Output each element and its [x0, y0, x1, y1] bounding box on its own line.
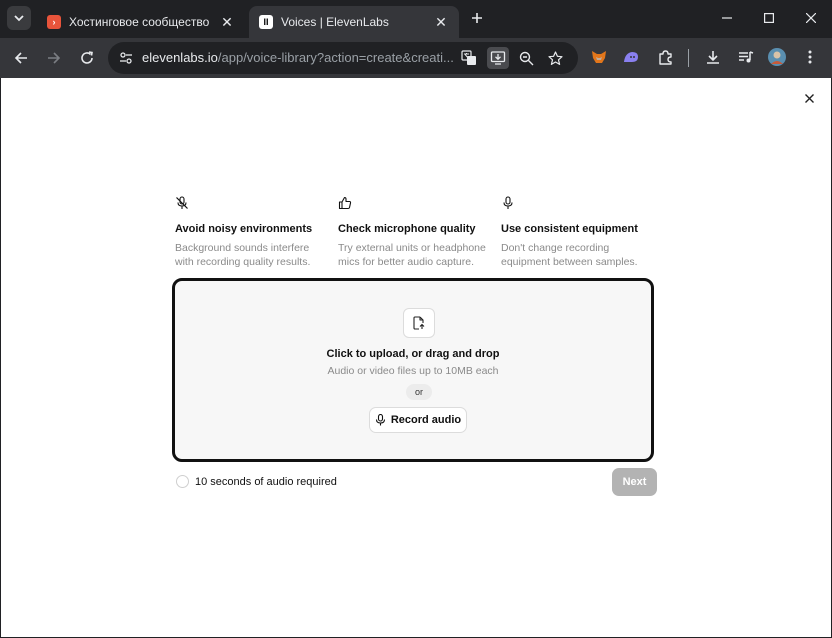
tip-title: Use consistent equipment [501, 223, 638, 235]
translate-icon [461, 50, 476, 65]
menu-button[interactable] [799, 46, 821, 68]
dropzone-subtitle: Audio or video files up to 10MB each [327, 365, 499, 377]
star-icon [547, 50, 563, 65]
record-audio-button[interactable]: Record audio [369, 407, 467, 433]
audio-requirement-label: 10 seconds of audio required [195, 476, 337, 488]
media-controls-button[interactable] [735, 46, 757, 68]
reload-button[interactable] [75, 46, 99, 70]
avatar [768, 48, 786, 66]
mic-icon [375, 414, 385, 426]
url-host: elevenlabs.io [142, 50, 218, 65]
mic-icon [503, 196, 513, 209]
chevron-down-icon [14, 15, 24, 22]
dialog-close-button[interactable] [801, 90, 817, 106]
tj-logo-icon: › [47, 15, 61, 29]
back-button[interactable] [9, 46, 33, 70]
tip-equipment: Use consistent equipment Don't change re… [501, 196, 661, 269]
upload-dropzone[interactable]: Click to upload, or drag and drop Audio … [172, 278, 654, 462]
install-app-button[interactable] [487, 47, 509, 69]
tab-strip: › Хостинговое сообщество «Tim ✕ II Voice… [0, 0, 832, 38]
plus-icon [472, 13, 482, 23]
more-vertical-icon [808, 50, 812, 64]
ghost-extension-button[interactable] [620, 46, 642, 68]
maximize-icon [764, 13, 774, 23]
close-icon[interactable]: ✕ [433, 14, 449, 31]
forward-button[interactable] [42, 46, 66, 70]
elevenlabs-logo-icon: II [259, 15, 273, 29]
new-tab-button[interactable] [466, 7, 488, 29]
close-icon[interactable]: ✕ [219, 14, 235, 31]
or-divider: or [406, 384, 432, 400]
zoom-out-icon [519, 51, 533, 65]
tab-title: Voices | ElevenLabs [281, 15, 389, 29]
mic-off-icon [176, 196, 188, 209]
record-audio-label: Record audio [390, 414, 462, 426]
tip-title: Avoid noisy environments [175, 223, 313, 235]
tip-description: Don't change recording equipment between … [501, 242, 638, 268]
tip-noise: Avoid noisy environments Background soun… [175, 196, 335, 269]
tune-icon [120, 52, 132, 64]
tab-title: Хостинговое сообщество «Tim [69, 15, 213, 29]
dropzone-title: Click to upload, or drag and drop [326, 348, 500, 360]
translate-button[interactable] [458, 47, 480, 69]
url-text[interactable]: elevenlabs.io/app/voice-library?action=c… [142, 50, 454, 66]
minimize-button[interactable] [706, 0, 748, 36]
close-icon [804, 93, 814, 103]
file-upload-icon [413, 316, 425, 330]
upload-file-button[interactable] [403, 308, 435, 338]
address-bar[interactable]: elevenlabs.io/app/voice-library?action=c… [108, 42, 578, 74]
reload-icon [81, 51, 93, 64]
ghost-icon [624, 52, 638, 62]
minimize-icon [722, 17, 732, 19]
window-close-button[interactable] [790, 0, 832, 36]
zoom-button[interactable] [515, 47, 537, 69]
puzzle-icon [658, 49, 672, 65]
tab-search-button[interactable] [7, 6, 31, 30]
arrow-right-icon [48, 52, 61, 64]
install-icon [490, 51, 506, 65]
browser-window: › Хостинговое сообщество «Tim ✕ II Voice… [0, 0, 832, 638]
profile-button[interactable] [766, 46, 788, 68]
url-path: /app/voice-library?action=create&creati.… [217, 50, 454, 65]
tip-description: Background sounds interfere with recordin… [175, 242, 311, 268]
bookmark-button[interactable] [544, 47, 566, 69]
close-icon [806, 13, 816, 23]
metamask-fox-icon [592, 51, 606, 63]
next-button[interactable]: Next [612, 468, 657, 496]
metamask-extension-button[interactable] [588, 46, 610, 68]
maximize-button[interactable] [748, 0, 790, 36]
tab-elevenlabs[interactable]: II Voices | ElevenLabs ✕ [249, 6, 459, 38]
thumbs-up-icon [338, 196, 352, 210]
tip-title: Check microphone quality [338, 223, 476, 235]
arrow-left-icon [14, 52, 27, 64]
download-icon [707, 51, 719, 64]
toolbar-separator [688, 49, 689, 67]
site-settings-button[interactable] [116, 48, 136, 68]
tab-timeweb[interactable]: › Хостинговое сообщество «Tim ✕ [37, 6, 245, 38]
playlist-icon [739, 51, 754, 63]
downloads-button[interactable] [702, 46, 724, 68]
tip-microphone: Check microphone quality Try external un… [338, 196, 498, 269]
tip-description: Try external units or headphone mics for … [338, 242, 486, 268]
extensions-button[interactable] [654, 46, 676, 68]
page-content: Avoid noisy environments Background soun… [1, 78, 831, 637]
browser-toolbar: elevenlabs.io/app/voice-library?action=c… [0, 38, 832, 78]
audio-progress-indicator [176, 475, 189, 488]
